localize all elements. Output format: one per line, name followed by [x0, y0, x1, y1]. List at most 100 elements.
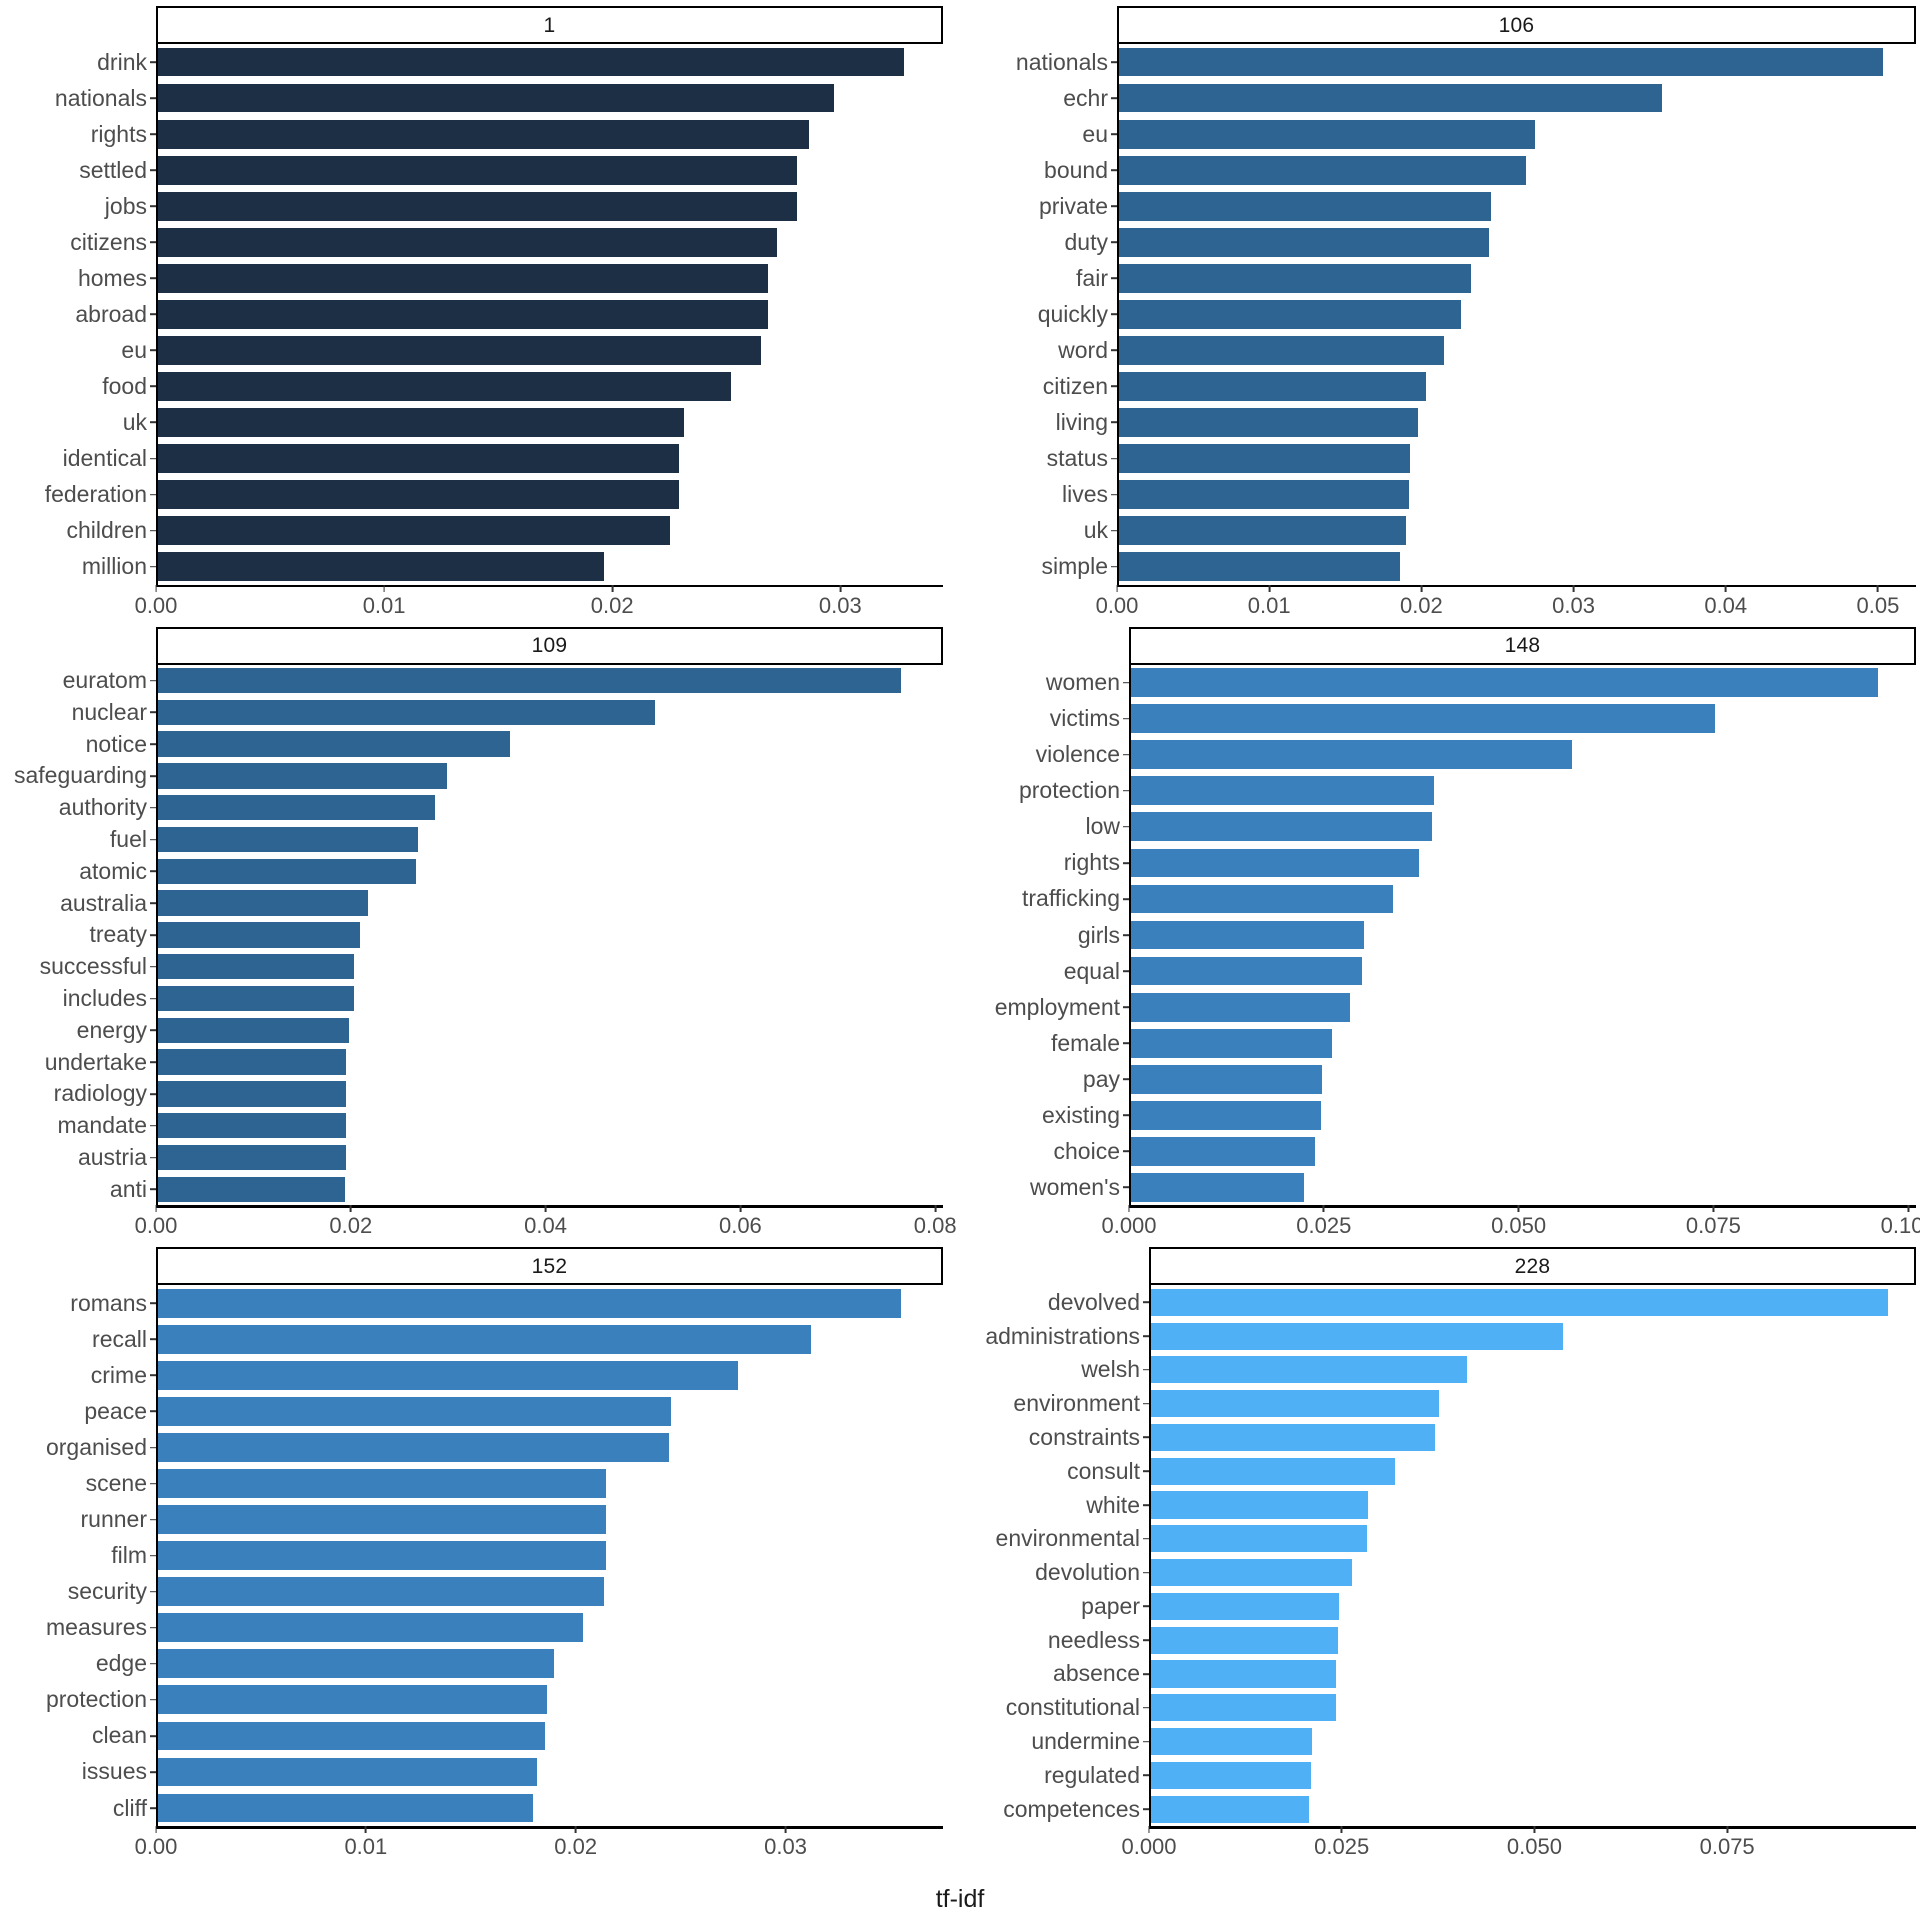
bar: [158, 83, 834, 113]
facet-strip-label: 228: [1514, 1254, 1551, 1278]
y-axis-tick: devolution: [977, 1556, 1149, 1590]
facet-strip-label: 148: [1504, 634, 1541, 658]
bar-slot: [1151, 1353, 1916, 1387]
x-axis-tick-mark: [1712, 1205, 1715, 1213]
bar: [1131, 848, 1419, 878]
x-axis-tick-mark: [1533, 1826, 1536, 1833]
facet-strip: 148: [1129, 626, 1916, 665]
x-axis-tick-label: 0.100: [1880, 1213, 1920, 1239]
x-axis-tick-label: 0.000: [1101, 1213, 1157, 1239]
x-axis-tick-mark: [1340, 1826, 1343, 1833]
x-axis-tick: 0.075: [1686, 1205, 1741, 1237]
y-axis-tick: australia: [4, 887, 156, 919]
x-axis-tick: 0.05: [1857, 584, 1899, 617]
bar-slot: [1151, 1725, 1916, 1759]
bar: [158, 985, 355, 1012]
y-axis-tick: trafficking: [977, 881, 1129, 917]
bar: [158, 119, 809, 149]
y-axis-tick-label: simple: [1041, 553, 1108, 580]
bar-slot: [1151, 1556, 1916, 1590]
bar-slot: [1151, 1623, 1916, 1657]
bar: [158, 552, 604, 582]
bar-slot: [158, 296, 943, 332]
y-axis-tick-label: nationals: [1015, 48, 1108, 75]
plot-area: [1117, 44, 1916, 585]
y-axis-tick-labels: women victims violence protection low rights t…: [977, 665, 1129, 1206]
bar-series: [1131, 665, 1916, 1206]
x-axis-tick-mark: [839, 584, 842, 592]
y-axis-tick: anti: [4, 1173, 156, 1205]
bar-slot: [158, 760, 943, 792]
bar: [1131, 992, 1351, 1022]
facet-strip: 109: [156, 626, 943, 665]
y-axis-tick-label: drink: [97, 48, 147, 75]
x-axis-tick-label: 0.050: [1491, 1213, 1547, 1239]
y-axis-tick-label: rights: [90, 120, 147, 147]
facet-panel-109: 109 euratom nuclear notice safeguarding autho…: [4, 626, 957, 1240]
plot-area: [156, 1285, 943, 1826]
y-axis-tick-label: absence: [1053, 1660, 1140, 1687]
bar-slot: [1119, 404, 1916, 440]
y-axis-tick-label: organised: [45, 1434, 147, 1461]
bar-slot: [158, 1502, 943, 1538]
x-axis-tick: 0.000: [1101, 1205, 1157, 1239]
y-axis-tick-label: cliff: [112, 1794, 147, 1821]
strip-spacer: [4, 627, 156, 665]
bar: [1131, 1100, 1322, 1130]
y-axis-tick-label: girls: [1077, 921, 1120, 948]
bar: [158, 667, 902, 694]
bar-slot: [1131, 917, 1916, 953]
y-axis-tick-label: uk: [1083, 517, 1108, 544]
y-axis-tick-label: trafficking: [1021, 885, 1120, 912]
x-axis-tick-label: 0.02: [554, 1834, 598, 1859]
y-axis-tick-label: victims: [1049, 705, 1120, 732]
y-axis-tick: rights: [4, 116, 156, 152]
y-axis-tick: issues: [4, 1754, 156, 1790]
bar: [158, 1081, 347, 1107]
x-axis-tick-mark: [383, 584, 386, 592]
y-axis-tick-label: administrations: [985, 1322, 1140, 1349]
y-axis-tick-label: women: [1045, 669, 1120, 696]
y-axis-tick-label: rights: [1063, 849, 1120, 876]
tfidf-facet-chart: 1 drink nationals rights settled jobs citizens…: [0, 0, 1920, 1920]
y-axis-tick-label: settled: [79, 156, 147, 183]
y-axis-tick-label: equal: [1063, 957, 1120, 984]
bar: [1151, 1423, 1435, 1451]
bar: [158, 1017, 350, 1044]
y-axis-tick-label: atomic: [79, 857, 147, 884]
strip-spacer: [977, 1247, 1149, 1285]
bar: [158, 1112, 346, 1139]
x-axis-tick-mark: [1128, 1205, 1130, 1213]
bar-slot: [1119, 441, 1916, 477]
bar: [1151, 1592, 1340, 1620]
y-axis-tick-label: fair: [1076, 264, 1108, 291]
y-axis-tick: private: [977, 188, 1117, 224]
bar: [1131, 776, 1435, 806]
bar-slot: [1131, 953, 1916, 989]
x-axis-tick-label: 0.00: [1095, 592, 1139, 618]
bar-slot: [1131, 665, 1916, 701]
y-axis-tick-label: needless: [1047, 1626, 1140, 1653]
y-axis-tick-label: citizen: [1042, 372, 1108, 399]
x-axis-tick-mark: [155, 1205, 157, 1213]
y-axis-tick: energy: [4, 1014, 156, 1046]
facet-strip-label: 152: [531, 1254, 568, 1278]
y-axis-tick-label: eu: [121, 336, 147, 363]
bar-slot: [158, 332, 943, 368]
y-axis-tick: environmental: [977, 1522, 1149, 1556]
bar-slot: [158, 792, 943, 824]
plot-area: [156, 44, 943, 585]
y-axis-tick-label: energy: [76, 1016, 147, 1043]
bar-slot: [158, 1538, 943, 1574]
x-axis-row: 0.000 0.025 0.050 0.075 0.100: [977, 1205, 1920, 1239]
axis-spacer: [4, 1205, 156, 1239]
y-axis-tick-label: paper: [1081, 1592, 1140, 1619]
y-axis-tick: nuclear: [4, 696, 156, 728]
facet-panel-152: 152 romans recall crime peace organised scene r…: [4, 1247, 943, 1860]
bar: [1151, 1525, 1368, 1553]
y-axis-tick: euratom: [4, 665, 156, 697]
y-axis-tick-label: eu: [1082, 120, 1108, 147]
bar: [158, 1541, 606, 1571]
y-axis-tick: peace: [4, 1393, 156, 1429]
y-axis-tick: paper: [977, 1590, 1149, 1624]
